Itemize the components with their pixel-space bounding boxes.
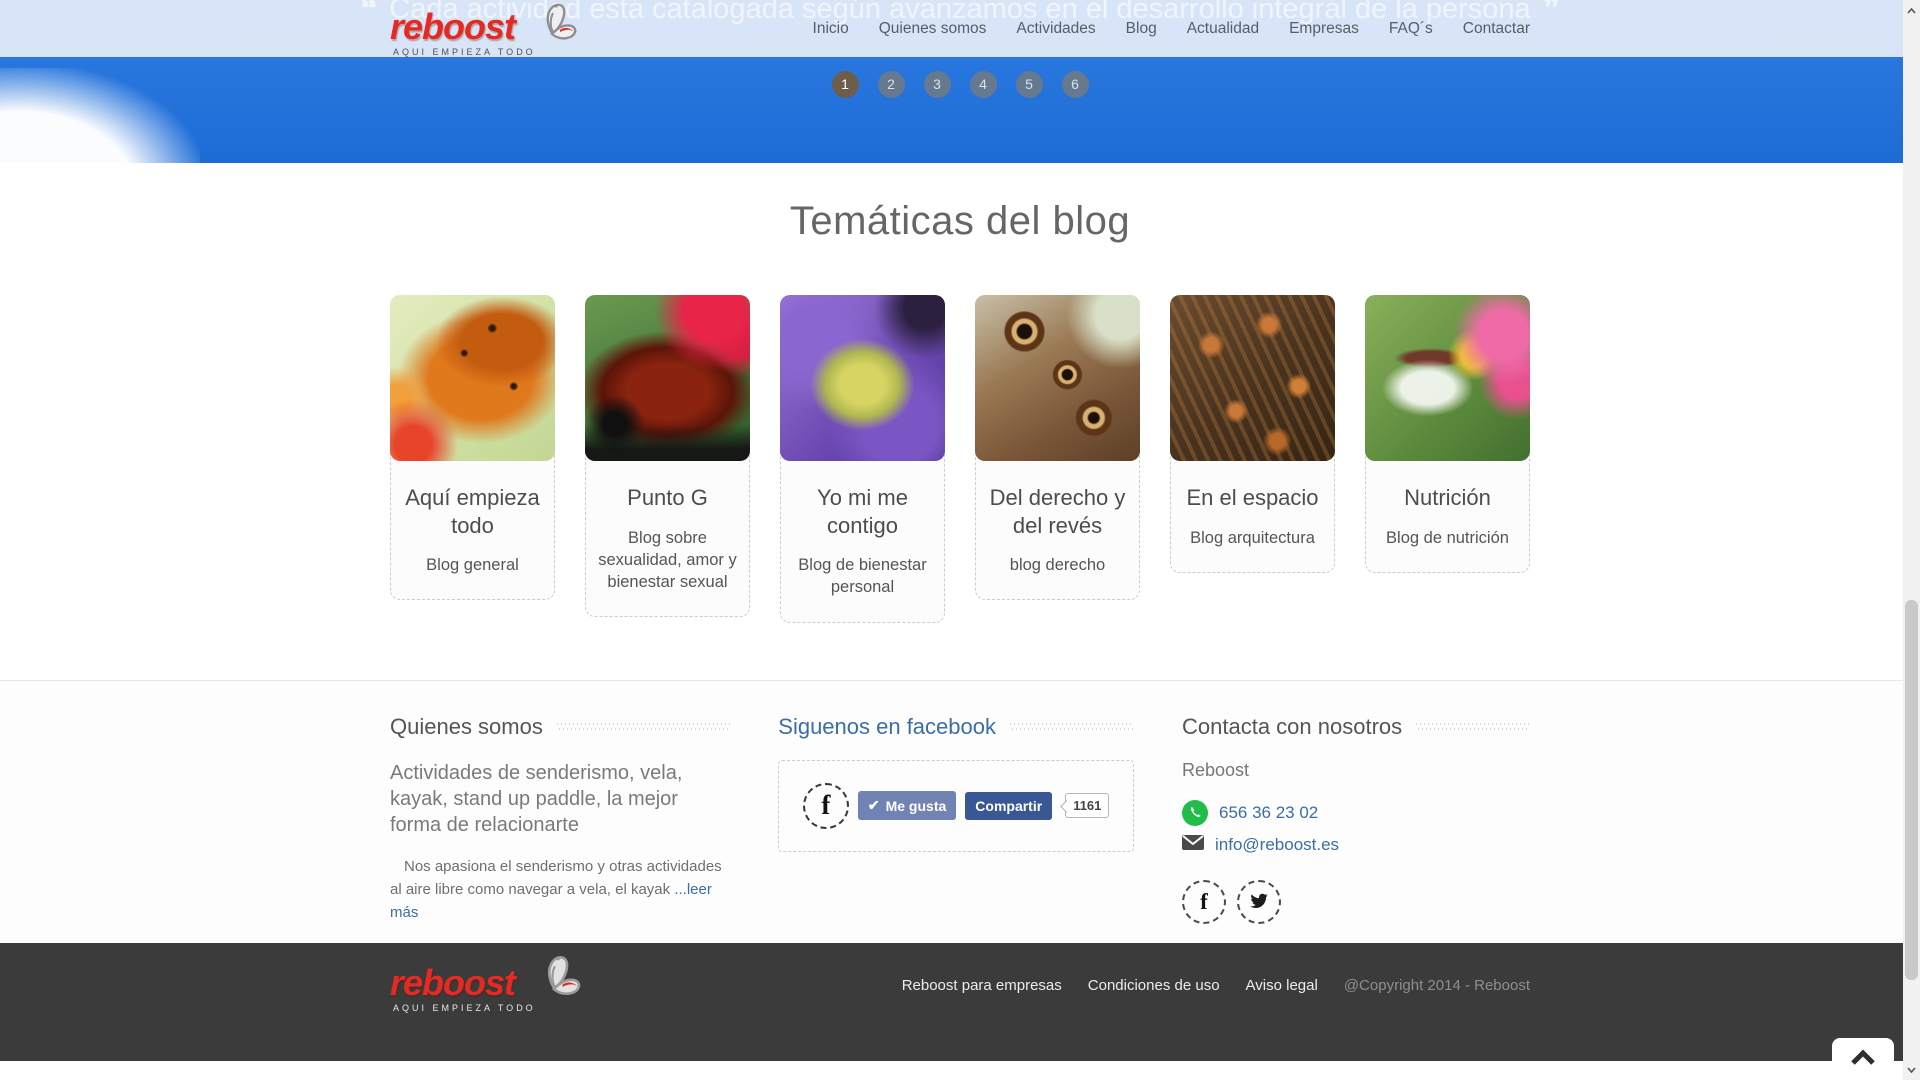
footer-facebook-column: Siguenos en facebook f ✔Me gusta Compart… bbox=[778, 714, 1134, 925]
scrollbar-up-arrow[interactable] bbox=[1903, 2, 1920, 19]
contact-heading: Contacta con nosotros bbox=[1182, 714, 1530, 740]
copyright-text: @Copyright 2014 - Reboost bbox=[1344, 977, 1530, 994]
footer-logo-reboost[interactable]: reboost AQUI EMPIEZA TODO bbox=[390, 953, 582, 1013]
blog-card-punto-g[interactable]: Punto G Blog sobre sexualidad, amor y bi… bbox=[585, 295, 750, 617]
slider-pagination: 1 2 3 4 5 6 bbox=[0, 71, 1920, 98]
about-lead: Actividades de senderismo, vela, kayak, … bbox=[390, 760, 730, 839]
monarch-cluster-image bbox=[1170, 295, 1335, 461]
email-row: info@reboost.es bbox=[1182, 835, 1530, 855]
logo-brand-text: reboost bbox=[390, 9, 536, 45]
hero-slider: ❝Cada actividad está catalogada según av… bbox=[0, 0, 1920, 163]
chevron-up-icon bbox=[1849, 1049, 1877, 1067]
card-subtitle: blog derecho bbox=[986, 554, 1129, 576]
card-subtitle: Blog de nutrición bbox=[1376, 527, 1519, 549]
card-title: Nutrición bbox=[1372, 484, 1523, 512]
card-subtitle: Blog de bienestar personal bbox=[791, 554, 934, 599]
reboost-blog-page: ❝Cada actividad está catalogada según av… bbox=[0, 0, 1920, 1080]
facebook-share-button[interactable]: Compartir bbox=[965, 792, 1052, 820]
brown-butterfly-image bbox=[975, 295, 1140, 461]
card-title: Yo mi me contigo bbox=[787, 484, 938, 539]
card-title: Del derecho y del revés bbox=[982, 484, 1133, 539]
card-title: En el espacio bbox=[1177, 484, 1328, 512]
page-title: Temáticas del blog bbox=[0, 163, 1920, 244]
dotted-divider bbox=[557, 723, 730, 730]
slide-dot-1[interactable]: 1 bbox=[832, 71, 859, 98]
facebook-widget: f ✔Me gusta Compartir 1161 bbox=[778, 760, 1134, 852]
blog-card-aqui-empieza-todo[interactable]: Aquí empieza todo Blog general bbox=[390, 295, 555, 600]
phone-link[interactable]: 656 36 23 02 bbox=[1219, 803, 1318, 823]
about-body: Nos apasiona el senderismo y otras activ… bbox=[390, 855, 730, 925]
logo-brand-text: reboost bbox=[390, 965, 536, 1001]
butterfly-logo-icon bbox=[530, 1, 578, 43]
site-footer: Quienes somos Actividades de senderismo,… bbox=[0, 680, 1920, 943]
dotted-divider bbox=[1416, 723, 1530, 730]
nav-item-actualidad[interactable]: Actualidad bbox=[1187, 20, 1259, 38]
nav-item-actividades[interactable]: Actividades bbox=[1016, 20, 1095, 38]
red-butterfly-image bbox=[585, 295, 750, 461]
nav-item-contactar[interactable]: Contactar bbox=[1463, 20, 1530, 38]
twitter-circle-icon[interactable] bbox=[1237, 880, 1281, 924]
envelope-icon bbox=[1182, 835, 1204, 855]
card-subtitle: Blog general bbox=[401, 554, 544, 576]
blog-card-del-derecho-y-del-reves[interactable]: Del derecho y del revés blog derecho bbox=[975, 295, 1140, 600]
top-navbar: reboost AQUI EMPIEZA TODO Inicio Quienes… bbox=[0, 0, 1920, 57]
butterfly-logo-icon bbox=[530, 953, 582, 999]
blog-card-en-el-espacio[interactable]: En el espacio Blog arquitectura bbox=[1170, 295, 1335, 573]
scrollbar-thumb[interactable] bbox=[1905, 600, 1918, 980]
slide-dot-4[interactable]: 4 bbox=[970, 71, 997, 98]
facebook-like-button[interactable]: ✔Me gusta bbox=[858, 791, 956, 820]
blog-cards-row: Aquí empieza todo Blog general Punto G B… bbox=[390, 295, 1530, 680]
facebook-heading: Siguenos en facebook bbox=[778, 714, 1134, 740]
bottom-bar: reboost AQUI EMPIEZA TODO Reboost para e… bbox=[0, 943, 1920, 1061]
slide-dot-3[interactable]: 3 bbox=[924, 71, 951, 98]
slide-dot-2[interactable]: 2 bbox=[878, 71, 905, 98]
link-reboost-para-empresas[interactable]: Reboost para empresas bbox=[902, 977, 1062, 994]
vertical-scrollbar[interactable] bbox=[1903, 0, 1920, 1080]
card-title: Aquí empieza todo bbox=[397, 484, 548, 539]
social-links: f bbox=[1182, 880, 1530, 924]
nav-item-faqs[interactable]: FAQ´s bbox=[1389, 20, 1433, 38]
email-link[interactable]: info@reboost.es bbox=[1215, 835, 1339, 855]
company-name: Reboost bbox=[1182, 760, 1530, 781]
like-count-badge: 1161 bbox=[1065, 793, 1109, 818]
facebook-icon[interactable]: f bbox=[803, 783, 849, 829]
glasswing-butterfly-image bbox=[1365, 295, 1530, 461]
facebook-circle-icon[interactable]: f bbox=[1182, 880, 1226, 924]
phone-row: 656 36 23 02 bbox=[1182, 800, 1530, 826]
orange-butterfly-image bbox=[390, 295, 555, 461]
logo-reboost[interactable]: reboost AQUI EMPIEZA TODO bbox=[390, 1, 578, 57]
scrollbar-down-arrow[interactable] bbox=[1903, 1061, 1920, 1078]
whatsapp-icon bbox=[1182, 800, 1208, 826]
blog-card-nutricion[interactable]: Nutrición Blog de nutrición bbox=[1365, 295, 1530, 573]
about-heading: Quienes somos bbox=[390, 714, 730, 740]
main-nav: Inicio Quienes somos Actividades Blog Ac… bbox=[813, 20, 1530, 38]
swallowtail-butterfly-image bbox=[780, 295, 945, 461]
nav-item-quienes-somos[interactable]: Quienes somos bbox=[879, 20, 987, 38]
slide-dot-6[interactable]: 6 bbox=[1062, 71, 1089, 98]
logo-tagline: AQUI EMPIEZA TODO bbox=[390, 1004, 536, 1013]
link-condiciones-de-uso[interactable]: Condiciones de uso bbox=[1088, 977, 1220, 994]
scroll-to-top-button[interactable] bbox=[1832, 1038, 1894, 1080]
blog-themes-section: Temáticas del blog Aquí empieza todo Blo… bbox=[0, 163, 1920, 680]
footer-about-column: Quienes somos Actividades de senderismo,… bbox=[390, 714, 730, 925]
card-subtitle: Blog arquitectura bbox=[1181, 527, 1324, 549]
link-aviso-legal[interactable]: Aviso legal bbox=[1246, 977, 1318, 994]
slide-dot-5[interactable]: 5 bbox=[1016, 71, 1043, 98]
nav-item-inicio[interactable]: Inicio bbox=[813, 20, 849, 38]
blog-card-yo-mi-me-contigo[interactable]: Yo mi me contigo Blog de bienestar perso… bbox=[780, 295, 945, 623]
check-icon: ✔ bbox=[868, 797, 880, 814]
dotted-divider bbox=[1010, 723, 1134, 730]
legal-links: Reboost para empresas Condiciones de uso… bbox=[902, 977, 1530, 994]
card-title: Punto G bbox=[592, 484, 743, 512]
card-subtitle: Blog sobre sexualidad, amor y bienestar … bbox=[596, 527, 739, 594]
footer-contact-column: Contacta con nosotros Reboost 656 36 23 … bbox=[1182, 714, 1530, 925]
logo-tagline: AQUI EMPIEZA TODO bbox=[390, 48, 536, 57]
nav-item-empresas[interactable]: Empresas bbox=[1289, 20, 1359, 38]
nav-item-blog[interactable]: Blog bbox=[1126, 20, 1157, 38]
